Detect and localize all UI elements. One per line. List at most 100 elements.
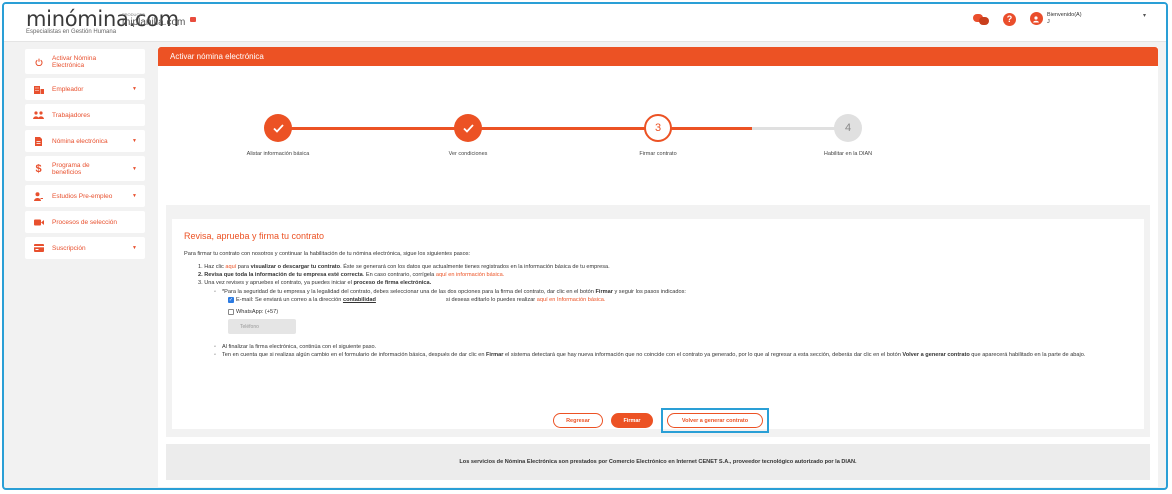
note-text: Ten en cuenta que si realizas algún camb… — [222, 351, 486, 358]
chevron-down-icon: ▼ — [132, 193, 137, 199]
contract-card: Revisa, aprueba y firma tu contrato Para… — [172, 219, 1144, 429]
sidebar-item-label: Activar Nómina Electrónica — [52, 54, 97, 69]
flag-icon — [190, 17, 196, 22]
sidebar-item-nomina-electronica[interactable]: Nómina electrónica ▼ — [25, 130, 145, 152]
action-buttons: Regresar Firmar Volver a generar contrat… — [553, 408, 769, 433]
video-icon — [33, 217, 44, 228]
check-icon — [462, 123, 474, 133]
sidebar-item-label: Empleador — [52, 85, 84, 93]
phone-input[interactable]: Teléfono — [228, 318, 296, 334]
chevron-down-icon: ▼ — [132, 245, 137, 251]
email-option[interactable]: ✓ E-mail: Se enviará un correo a la dire… — [228, 296, 1132, 305]
instruction-3: 3. Una vez revises y apruebes el contrat… — [198, 279, 1132, 287]
instruction-bold: visualizar o descargar tu contrato — [250, 264, 341, 270]
email-option-text: E-mail: Se enviará un correo a la direcc… — [236, 296, 342, 303]
step-label: Habilitar en la DIAN — [823, 151, 873, 157]
power-icon — [33, 56, 44, 67]
card-icon — [33, 243, 44, 254]
sidebar-item-label: Programa de beneficios — [52, 161, 90, 176]
user-name: J — [1046, 19, 1050, 25]
sidebar-item-procesos-seleccion[interactable]: Procesos de selección — [25, 211, 145, 233]
help-icon[interactable]: ? — [1002, 12, 1016, 26]
step-label: Ver condiciones — [448, 151, 488, 157]
chevron-down-icon: ▾ — [1142, 13, 1146, 19]
note-bold: Firmar — [486, 351, 504, 358]
instruction-bold: proceso de firma electrónica. — [353, 280, 432, 287]
document-icon — [33, 136, 44, 147]
instruction-2: 2. Revisa que toda la información de tu … — [198, 271, 1132, 279]
step-label: Firmar contrato — [639, 151, 677, 157]
bullet-icon: ◦ — [214, 343, 216, 350]
chevron-down-icon: ▼ — [132, 165, 137, 172]
user-welcome: Bienvenido(A) J — [1047, 12, 1137, 26]
chevron-down-icon: ▼ — [132, 138, 137, 144]
view-contract-link[interactable]: aquí — [225, 264, 236, 270]
basic-info-link[interactable]: aquí en información básica. — [436, 272, 504, 278]
edit-email-link[interactable]: aquí en Información básica. — [537, 296, 606, 305]
welcome-text: Bienvenido(A) — [1046, 12, 1082, 18]
chevron-down-icon: ▼ — [132, 86, 137, 92]
email-address: contabilidad — [342, 296, 376, 303]
instruction-text: 1. Haz clic — [198, 264, 226, 270]
sidebar-item-activar-nomina[interactable]: Activar Nómina Electrónica — [25, 49, 145, 74]
note-bold: Firmar — [595, 288, 613, 295]
progress-stepper: Alistar información básica Ver condicion… — [158, 113, 1158, 173]
product-logo-name: miplanilla.com — [122, 17, 186, 28]
note-bold: Volver a generar contrato — [902, 351, 970, 358]
sign-button[interactable]: Firmar — [611, 413, 653, 428]
whatsapp-label: WhatsApp: (+57) — [236, 309, 279, 316]
avatar-icon — [1029, 12, 1043, 25]
regenerate-note: ◦ Ten en cuenta que si realizas algún ca… — [214, 351, 1144, 359]
note-text: que aparecerá habilitado en la parte de … — [969, 351, 1086, 358]
sidebar-item-label: Procesos de selección — [52, 218, 118, 226]
back-button[interactable]: Regresar — [553, 413, 603, 428]
note-text: Al finalizar la firma electrónica, conti… — [222, 343, 377, 350]
top-bar: minómina.com Especialistas en Gestión Hu… — [4, 4, 1166, 42]
step-4-pending: 4 — [834, 114, 862, 142]
sidebar-item-empleador[interactable]: Empleador ▼ — [25, 78, 145, 100]
step-3-current: 3 — [644, 114, 672, 142]
users-icon — [33, 110, 44, 121]
main-panel: Activar nómina electrónica Alistar infor… — [158, 47, 1158, 487]
sidebar-item-label: Nómina electrónica — [52, 137, 108, 145]
note-text: y seguir los pasos indicados: — [612, 288, 686, 295]
step-connector — [468, 127, 658, 130]
sidebar-item-suscripcion[interactable]: Suscripción ▼ — [25, 237, 145, 259]
sidebar-item-label: Suscripción — [52, 244, 86, 252]
signature-options-note: ◦ *Para la seguridad de tu empresa y la … — [214, 288, 1132, 296]
whatsapp-checkbox[interactable] — [228, 309, 234, 316]
instruction-text: 3. Una vez revises y apruebes el contrat… — [198, 280, 354, 287]
instruction-bold: 2. Revisa que toda la información de tu … — [198, 272, 363, 279]
chat-icon[interactable] — [972, 13, 989, 25]
contract-intro: Para firmar tu contrato con nosotros y c… — [184, 251, 471, 257]
step-label: Alistar información básica — [246, 151, 310, 157]
step-2-done — [454, 114, 482, 142]
bullet-icon: ◦ — [214, 351, 216, 358]
instruction-text: . Éste se generará con los datos que act… — [340, 264, 610, 270]
app-frame: minómina.com Especialistas en Gestión Hu… — [2, 2, 1168, 490]
step-1-done — [264, 114, 292, 142]
sidebar-item-label: Trabajadores — [52, 111, 91, 119]
product-logo: PRODUCTO miplanilla.com — [122, 12, 185, 28]
instructions-list: 1. Haz clic aquí para visualizar o desca… — [198, 263, 1132, 288]
regenerate-contract-button[interactable]: Volver a generar contrato — [667, 413, 763, 428]
top-actions: ? Bienvenido(A) J ▾ — [972, 12, 1146, 26]
instruction-1: 1. Haz clic aquí para visualizar o desca… — [198, 263, 1132, 271]
email-checkbox[interactable]: ✓ — [228, 297, 234, 303]
user-menu[interactable]: Bienvenido(A) J ▾ — [1029, 12, 1146, 26]
sidebar-item-programa-beneficios[interactable]: $ Programa de beneficios ▼ — [25, 156, 145, 181]
step-connector — [278, 127, 468, 130]
dollar-icon: $ — [35, 162, 42, 175]
building-icon — [33, 84, 44, 95]
instruction-text: . En caso contrario, corrígela — [362, 272, 436, 279]
sidebar-item-trabajadores[interactable]: Trabajadores — [25, 104, 145, 126]
sidebar-item-estudios-preempleo[interactable]: Estudios Pre-empleo ▼ — [25, 185, 145, 207]
contract-title: Revisa, aprueba y firma tu contrato — [184, 231, 325, 241]
contract-section: Revisa, aprueba y firma tu contrato Para… — [166, 205, 1150, 437]
bullet-icon: ◦ — [214, 288, 216, 295]
regenerate-highlight: Volver a generar contrato — [661, 408, 769, 433]
whatsapp-option[interactable]: WhatsApp: (+57) — [228, 308, 1132, 317]
sidebar-item-label: Estudios Pre-empleo — [52, 192, 113, 200]
finish-note: ◦ Al finalizar la firma electrónica, con… — [214, 343, 1132, 351]
instruction-text: para — [236, 264, 251, 270]
